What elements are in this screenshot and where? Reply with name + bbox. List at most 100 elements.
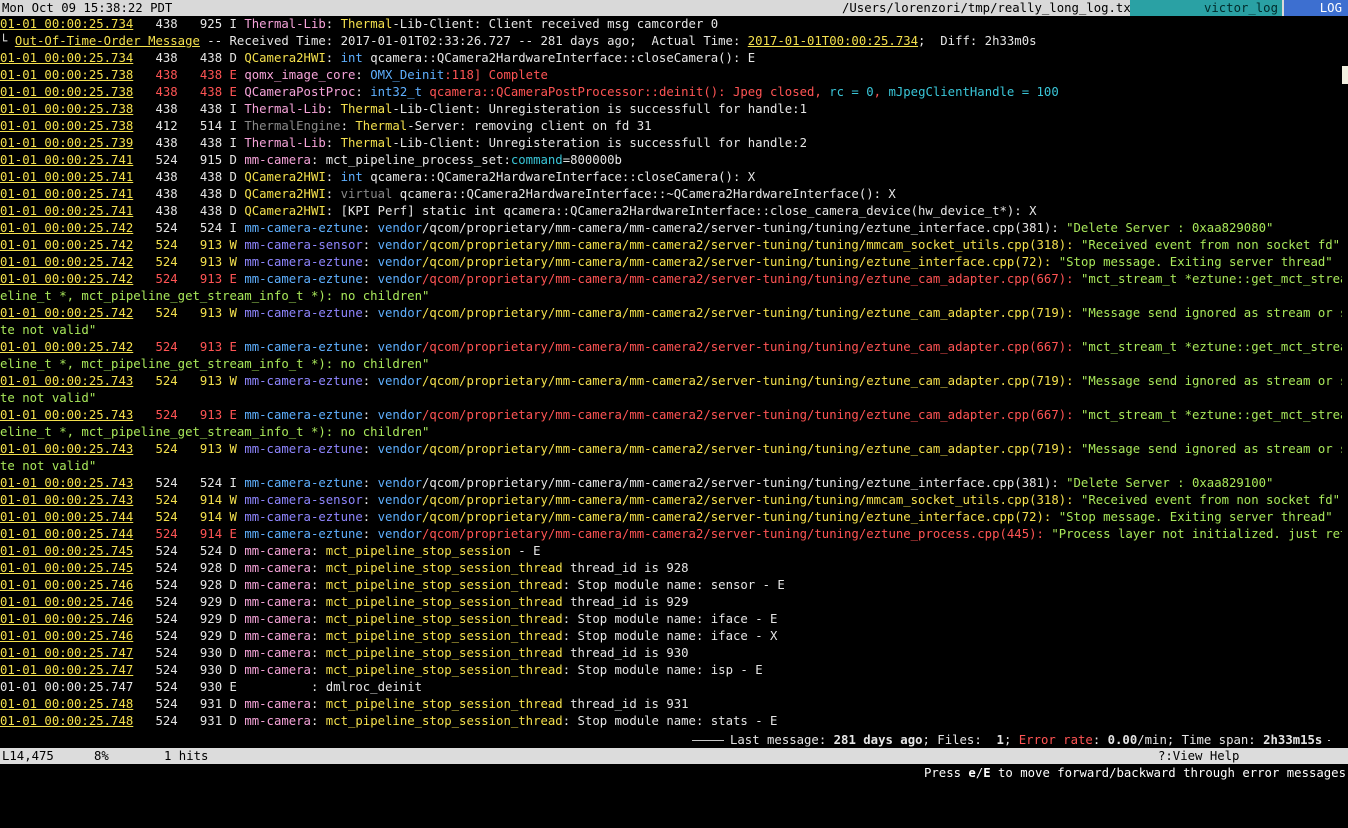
log-line[interactable]: 01-01 00:00:25.742 524 524 I mm-camera-e…	[0, 220, 1342, 237]
log-segment: "Stop message. Exiting server thread"	[1058, 510, 1333, 524]
log-line[interactable]: 01-01 00:00:25.747 524 930 D mm-camera: …	[0, 662, 1342, 679]
log-segment: "Message send ignored as stream or strea…	[1080, 374, 1342, 388]
log-line[interactable]: 01-01 00:00:25.743 524 913 W mm-camera-e…	[0, 441, 1342, 458]
log-segment: vendor	[377, 476, 423, 490]
log-line[interactable]: 01-01 00:00:25.734 438 438 D QCamera2HWI…	[0, 50, 1342, 67]
log-line[interactable]: 01-01 00:00:25.741 438 438 D QCamera2HWI…	[0, 169, 1342, 186]
log-line[interactable]: 01-01 00:00:25.748 524 931 D mm-camera: …	[0, 696, 1342, 713]
log-line[interactable]: te not valid"	[0, 322, 1342, 339]
log-line[interactable]: 01-01 00:00:25.743 524 524 I mm-camera-e…	[0, 475, 1342, 492]
log-segment: "Delete Server : 0xaa829100"	[1066, 476, 1274, 490]
log-line[interactable]: 01-01 00:00:25.739 438 438 I Thermal-Lib…	[0, 135, 1342, 152]
log-segment: Thermal-Lib	[244, 102, 326, 116]
log-segment: mm-camera-eztune	[244, 255, 363, 269]
file-path: /Users/lorenzori/tmp/really_long_log.txt	[842, 1, 1139, 15]
log-line[interactable]: 01-01 00:00:25.746 524 928 D mm-camera: …	[0, 577, 1342, 594]
log-line[interactable]: 01-01 00:00:25.746 524 929 D mm-camera: …	[0, 628, 1342, 645]
log-line[interactable]: 01-01 00:00:25.741 438 438 D QCamera2HWI…	[0, 203, 1342, 220]
log-segment: 524 931 D	[133, 714, 245, 728]
log-segment: Thermal-Lib	[244, 136, 326, 150]
files-value: 1	[996, 733, 1004, 747]
help-hint[interactable]: ?:View Help	[1158, 748, 1239, 764]
log-segment: te not valid"	[0, 459, 97, 473]
log-line[interactable]: 01-01 00:00:25.745 524 524 D mm-camera: …	[0, 543, 1342, 560]
log-segment: qcamera::QCamera2HardwareInterface::clos…	[362, 51, 756, 65]
log-line[interactable]: 01-01 00:00:25.747 524 930 D mm-camera: …	[0, 645, 1342, 662]
log-line[interactable]: 01-01 00:00:25.741 524 915 D mm-camera: …	[0, 152, 1342, 169]
log-timestamp: 01-01 00:00:25.742	[0, 255, 134, 269]
log-segment: "Message send ignored as stream or strea…	[1080, 306, 1342, 320]
log-timestamp: 01-01 00:00:25.746	[0, 578, 134, 592]
log-segment: mm-camera	[244, 629, 311, 643]
log-segment: mm-camera	[244, 153, 311, 167]
log-segment: /qcom/proprietary/mm-camera/mm-camera2/s…	[422, 476, 1067, 490]
log-segment: :	[310, 595, 326, 609]
log-segment: qomx_image_core	[244, 68, 356, 82]
log-segment: mm-camera-eztune	[244, 340, 363, 354]
log-line[interactable]: 01-01 00:00:25.745 524 928 D mm-camera: …	[0, 560, 1342, 577]
mode-badge: LOG	[1284, 0, 1348, 16]
log-segment: 438 438 D	[133, 170, 245, 184]
log-segment: 524 913 W	[133, 255, 245, 269]
log-timestamp: 01-01 00:00:25.743	[0, 408, 134, 422]
line-number: L14,475	[2, 749, 54, 763]
log-segment: 524 931 D	[133, 697, 245, 711]
log-segment: - E	[510, 544, 541, 558]
scroll-percent: 8%	[94, 749, 109, 763]
hint-key-E: E	[983, 766, 991, 780]
log-line[interactable]: te not valid"	[0, 390, 1342, 407]
log-segment: :	[310, 646, 326, 660]
log-line[interactable]: 01-01 00:00:25.746 524 929 D mm-camera: …	[0, 594, 1342, 611]
bottom-status-bar: L14,475 8% 1 hits ?:View Help	[0, 748, 1348, 764]
log-segment: rc = 0	[829, 85, 874, 99]
log-segment: 524 928 D	[133, 578, 245, 592]
log-segment: QCamera2HWI	[244, 170, 326, 184]
log-line[interactable]: 01-01 00:00:25.742 524 913 E mm-camera-e…	[0, 339, 1342, 356]
log-segment: "mct_stream_t *eztune::get_mct_stream(mc…	[1080, 408, 1342, 422]
log-segment: qcamera::QCamera2HardwareInterface::clos…	[362, 170, 756, 184]
top-status-bar: Mon Oct 09 15:38:22 PDT /Users/lorenzori…	[0, 0, 1348, 16]
log-line[interactable]: 01-01 00:00:25.742 524 913 W mm-camera-e…	[0, 254, 1342, 271]
log-segment: /qcom/proprietary/mm-camera/mm-camera2/s…	[422, 442, 1081, 456]
log-line[interactable]: 01-01 00:00:25.738 438 438 E qomx_image_…	[0, 67, 1342, 84]
log-segment: thread_id is 929	[562, 595, 689, 609]
log-line[interactable]: 01-01 00:00:25.734 438 925 I Thermal-Lib…	[0, 16, 1342, 33]
log-segment: -Lib-Client: Client received msg camcord…	[392, 17, 719, 31]
log-line[interactable]: 01-01 00:00:25.743 524 913 E mm-camera-e…	[0, 407, 1342, 424]
log-segment: ; Diff: 2h33m0s	[918, 34, 1037, 48]
log-line[interactable]: 01-01 00:00:25.738 438 438 E QCameraPost…	[0, 84, 1342, 101]
log-segment: :	[362, 221, 378, 235]
log-line[interactable]: eline_t *, mct_pipeline_get_stream_info_…	[0, 424, 1342, 441]
log-segment: 524 929 D	[133, 595, 245, 609]
view-name: victor_log	[1130, 0, 1282, 16]
log-line[interactable]: 01-01 00:00:25.742 524 913 W mm-camera-e…	[0, 305, 1342, 322]
log-line[interactable]: └ Out-Of-Time-Order Message -- Received …	[0, 33, 1342, 50]
log-segment: Thermal	[355, 119, 408, 133]
files-label: ; Files:	[922, 733, 997, 747]
log-line[interactable]: 01-01 00:00:25.744 524 914 E mm-camera-e…	[0, 526, 1342, 543]
log-segment: mm-camera	[244, 663, 311, 677]
log-line[interactable]: 01-01 00:00:25.741 438 438 D QCamera2HWI…	[0, 186, 1342, 203]
time-span-value: 2h33m15s	[1263, 733, 1323, 747]
log-line[interactable]: 01-01 00:00:25.738 438 438 I Thermal-Lib…	[0, 101, 1342, 118]
log-timestamp: 01-01 00:00:25.734	[0, 51, 134, 65]
log-segment: 438 438 D	[133, 187, 245, 201]
log-line[interactable]: eline_t *, mct_pipeline_get_stream_info_…	[0, 356, 1342, 373]
log-line[interactable]: 01-01 00:00:25.743 524 914 W mm-camera-s…	[0, 492, 1342, 509]
log-timestamp: 01-01 00:00:25.743	[0, 442, 134, 456]
log-line[interactable]: eline_t *, mct_pipeline_get_stream_info_…	[0, 288, 1342, 305]
log-view[interactable]: 01-01 00:00:25.734 438 925 I Thermal-Lib…	[0, 16, 1342, 729]
log-segment: mm-camera	[244, 697, 311, 711]
log-segment: vendor	[377, 340, 423, 354]
scrollbar-thumb[interactable]	[1342, 66, 1348, 84]
log-line[interactable]: 01-01 00:00:25.743 524 913 W mm-camera-e…	[0, 373, 1342, 390]
log-line[interactable]: 01-01 00:00:25.747 524 930 E : dmlroc_de…	[0, 679, 1342, 696]
log-line[interactable]: 01-01 00:00:25.742 524 913 W mm-camera-s…	[0, 237, 1342, 254]
log-line[interactable]: 01-01 00:00:25.744 524 914 W mm-camera-e…	[0, 509, 1342, 526]
log-line[interactable]: 01-01 00:00:25.738 412 514 I ThermalEngi…	[0, 118, 1342, 135]
log-line[interactable]: te not valid"	[0, 458, 1342, 475]
log-line[interactable]: 01-01 00:00:25.746 524 929 D mm-camera: …	[0, 611, 1342, 628]
log-line[interactable]: 01-01 00:00:25.748 524 931 D mm-camera: …	[0, 713, 1342, 729]
log-segment: mct_pipeline_stop_session_thread	[325, 629, 563, 643]
log-line[interactable]: 01-01 00:00:25.742 524 913 E mm-camera-e…	[0, 271, 1342, 288]
